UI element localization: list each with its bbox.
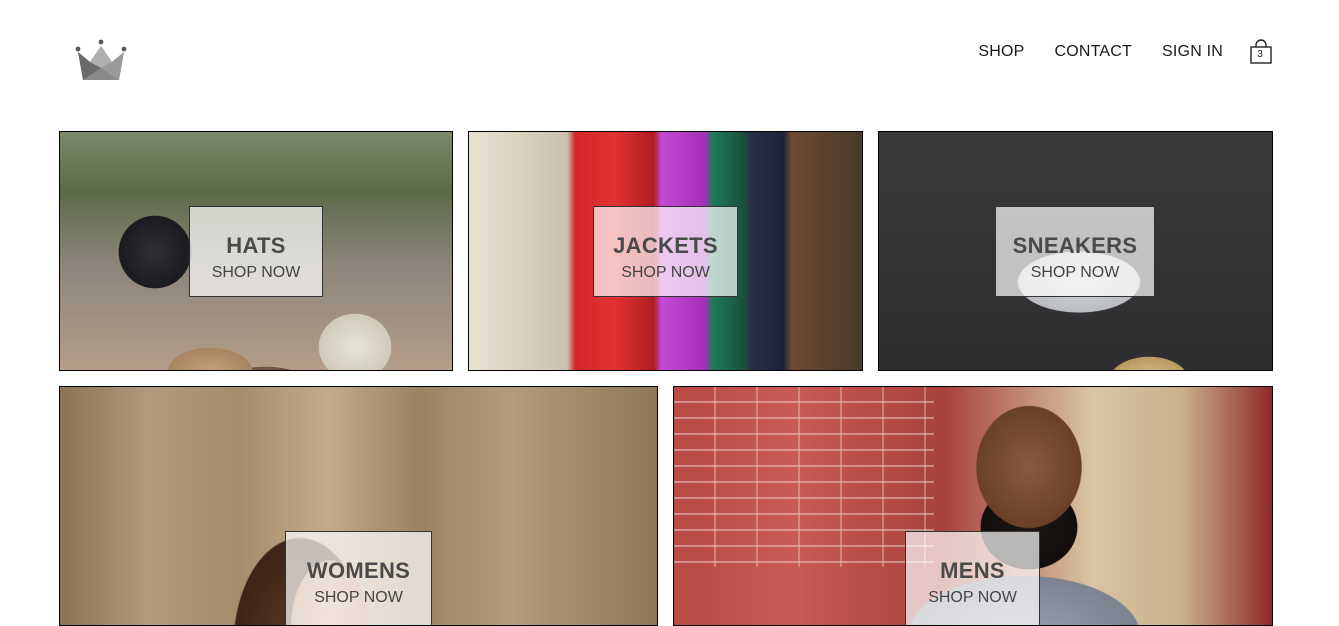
nav-shop-link[interactable]: SHOP (978, 40, 1024, 64)
nav-contact-link[interactable]: CONTACT (1054, 40, 1132, 64)
shop-now-label: SHOP NOW (928, 589, 1017, 606)
site-header: SHOP CONTACT SIGN IN 3 (0, 0, 1339, 110)
brick-wall-texture (674, 387, 934, 567)
category-tile-sneakers[interactable]: SNEAKERS SHOP NOW (878, 131, 1273, 371)
category-title: SNEAKERS (1012, 233, 1138, 258)
crown-logo-icon[interactable] (74, 38, 128, 84)
category-tile-mens[interactable]: MENS SHOP NOW (673, 386, 1273, 626)
cart-item-count: 3 (1257, 49, 1263, 60)
main-nav: SHOP CONTACT SIGN IN 3 (948, 39, 1273, 65)
shop-now-label: SHOP NOW (621, 264, 710, 281)
shop-now-label: SHOP NOW (211, 264, 301, 281)
nav-sign-in-link[interactable]: SIGN IN (1162, 40, 1223, 64)
category-tile-jackets[interactable]: JACKETS SHOP NOW (468, 131, 863, 371)
category-card[interactable]: WOMENS SHOP NOW (285, 531, 432, 625)
category-card[interactable]: HATS SHOP NOW (189, 206, 323, 297)
category-card[interactable]: MENS SHOP NOW (905, 531, 1040, 625)
category-title: JACKETS (613, 233, 718, 258)
category-card[interactable]: JACKETS SHOP NOW (593, 206, 738, 297)
category-title: MENS (940, 558, 1005, 583)
cart-button[interactable]: 3 (1249, 39, 1273, 65)
shop-now-label: SHOP NOW (314, 589, 403, 606)
category-tile-womens[interactable]: WOMENS SHOP NOW (59, 386, 658, 626)
category-title: HATS (226, 233, 286, 258)
shop-now-label: SHOP NOW (1030, 264, 1120, 281)
category-card[interactable]: SNEAKERS SHOP NOW (995, 206, 1155, 297)
category-title: WOMENS (306, 558, 411, 583)
category-tile-hats[interactable]: HATS SHOP NOW (59, 131, 453, 371)
